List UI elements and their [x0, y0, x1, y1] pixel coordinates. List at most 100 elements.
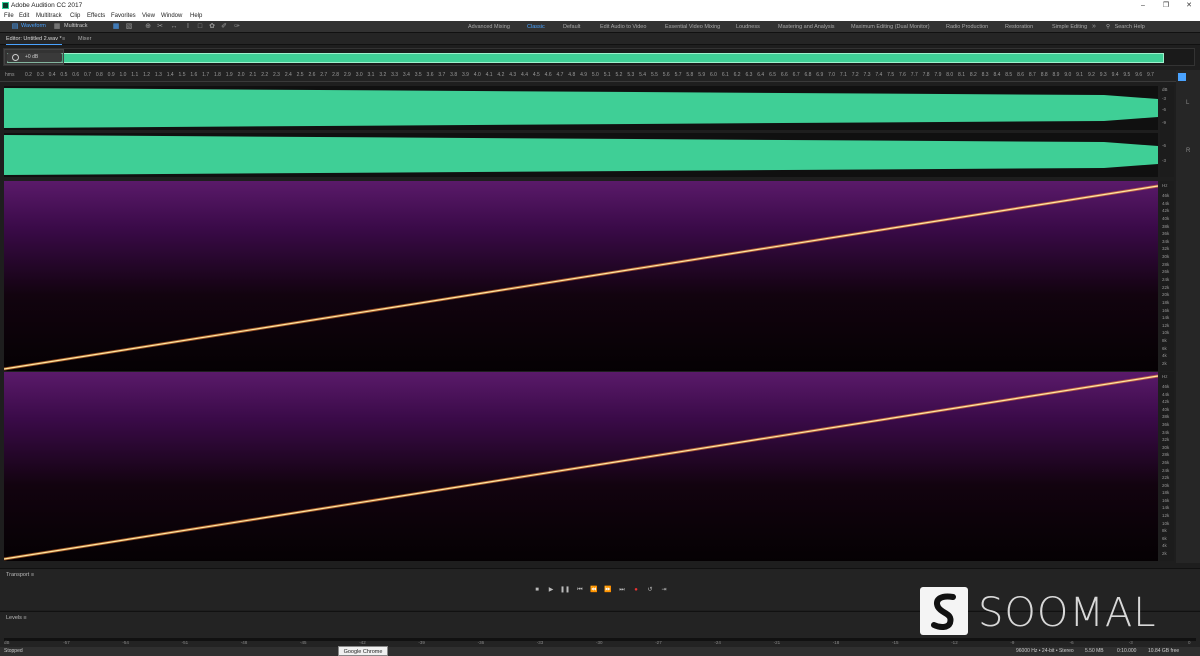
minimize-button[interactable]: – — [1132, 0, 1154, 11]
level-tick: -24 — [714, 640, 721, 645]
time-ruler[interactable]: hms 0.2 0.3 0.4 0.5 0.6 0.7 0.8 0.9 1.0 1.1 1.2 1.3… — [0, 70, 1200, 82]
move-tool-icon[interactable]: ⊕ — [144, 23, 152, 31]
close-button[interactable]: ✕ — [1178, 0, 1200, 11]
ruler-tick: 6.0 — [710, 72, 717, 78]
channel-enable-icon[interactable] — [1178, 73, 1186, 81]
record-icon[interactable]: ● — [631, 585, 641, 595]
loop-playback-icon[interactable]: ↺ — [645, 585, 655, 595]
rewind-icon[interactable]: ⏪ — [589, 585, 599, 595]
editor-tab[interactable]: Editor: Untitled 2.wav * — [6, 33, 62, 45]
audition-app-icon — [2, 2, 9, 9]
spot-healing-tool-icon[interactable]: ✑ — [233, 23, 241, 31]
level-tick: dB — [4, 640, 10, 645]
ruler-tick: 0.6 — [72, 72, 80, 78]
ruler-tick: 3.4 — [402, 72, 410, 78]
ruler-tick: 6.8 — [804, 72, 812, 78]
ruler-tick: 0.8 — [95, 72, 103, 78]
workspace-edit-audio-to-video[interactable]: Edit Audio to Video — [600, 21, 646, 33]
ruler-tick: 4.5 — [532, 72, 540, 78]
skip-selection-icon[interactable]: ⇥ — [659, 585, 669, 595]
workspace-maximum-editing[interactable]: Maximum Editing (Dual Monitor) — [851, 21, 930, 33]
lasso-tool-icon[interactable]: ✿ — [208, 23, 216, 31]
pause-icon[interactable]: ❚❚ — [560, 585, 570, 595]
search-help-label: Search Help — [1114, 24, 1145, 30]
menu-edit[interactable]: Edit — [19, 11, 29, 21]
ruler-tick: 9.5 — [1123, 72, 1131, 78]
workspace-radio-production[interactable]: Radio Production — [946, 21, 988, 33]
spectral-pitch-icon[interactable]: ▧ — [125, 23, 133, 31]
paintbrush-tool-icon[interactable]: ✐ — [220, 23, 228, 31]
ruler-tick: 5.2 — [615, 72, 623, 78]
menu-window[interactable]: Window — [161, 11, 182, 21]
freq-label: 42k — [1162, 399, 1170, 405]
menu-effects[interactable]: Effects — [87, 11, 105, 21]
menu-help[interactable]: Help — [190, 11, 202, 21]
search-help-field[interactable]: ⚲ Search Help — [1106, 23, 1196, 31]
menu-clip[interactable]: Clip — [70, 11, 80, 21]
spectrogram-left-graphic — [4, 181, 1158, 371]
mixer-tab[interactable]: Mixer — [78, 33, 91, 45]
fast-forward-icon[interactable]: ⏩ — [603, 585, 613, 595]
ruler-tick: 6.4 — [757, 72, 765, 78]
spectrogram-right-graphic — [4, 372, 1158, 561]
spectral-frequency-icon[interactable]: ▦ — [112, 23, 120, 31]
ruler-tick: 6.9 — [816, 72, 824, 78]
levels-title: Levels ≡ — [6, 615, 27, 621]
workspace-simple-editing[interactable]: Simple Editing — [1052, 21, 1087, 33]
freq-label: 32k — [1162, 246, 1170, 252]
ruler-tick: 2.6 — [308, 72, 316, 78]
waveform-left-channel[interactable] — [4, 86, 1158, 130]
channel-r-icon[interactable]: R — [1186, 148, 1190, 154]
stop-icon[interactable]: ■ — [532, 585, 542, 595]
level-tick: -6 — [1069, 640, 1074, 645]
menu-favorites[interactable]: Favorites — [111, 11, 136, 21]
slip-tool-icon[interactable]: ↔ — [170, 23, 178, 31]
ruler-tick: 5.3 — [627, 72, 635, 78]
waveform-left-graphic — [4, 86, 1158, 130]
razor-tool-icon[interactable]: ✂ — [156, 23, 164, 31]
workspace-essential-video-mixing[interactable]: Essential Video Mixing — [665, 21, 720, 33]
go-to-start-icon[interactable]: ⏮ — [575, 585, 585, 595]
workspace-restoration[interactable]: Restoration — [1005, 21, 1033, 33]
workspace-loudness[interactable]: Loudness — [736, 21, 760, 33]
status-file-size: 5.50 MB — [1085, 648, 1104, 654]
marquee-tool-icon[interactable]: □ — [196, 23, 204, 31]
level-tick: 0 — [1188, 640, 1191, 645]
ruler-tick: 6.3 — [745, 72, 753, 78]
workspace-mastering-and-analysis[interactable]: Mastering and Analysis — [778, 21, 835, 33]
workspace-classic[interactable]: Classic — [527, 21, 545, 33]
menu-view[interactable]: View — [142, 11, 155, 21]
spectrogram-left-channel[interactable] — [4, 181, 1158, 371]
hud-gain-control[interactable]: +0 dB — [7, 53, 62, 62]
spectrogram-right-channel[interactable] — [4, 372, 1158, 561]
menu-file[interactable]: File — [4, 11, 14, 21]
ruler-tick: 8.1 — [958, 72, 965, 78]
ruler-tick: 1.9 — [225, 72, 233, 78]
multitrack-view-button[interactable]: Multitrack — [64, 22, 88, 31]
toolbar: ▤ Waveform ▦ Multitrack ▦ ▧ ⊕ ✂ ↔ I □ ✿ … — [0, 21, 1200, 33]
menu-multitrack[interactable]: Multitrack — [36, 11, 62, 21]
transport-title: Transport ≡ — [6, 572, 35, 578]
maximize-button[interactable]: ❐ — [1155, 0, 1177, 11]
ruler-tick: 5.0 — [591, 72, 599, 78]
channel-l-icon[interactable]: L — [1186, 100, 1189, 106]
workspace-advanced-mixing[interactable]: Advanced Mixing — [468, 21, 510, 33]
workspace-default[interactable]: Default — [563, 21, 580, 33]
overview-navigator[interactable] — [3, 48, 1195, 66]
ruler-tick: 7.9 — [934, 72, 942, 78]
level-tick: -48 — [240, 640, 248, 645]
waveform-view-button[interactable]: Waveform — [21, 22, 46, 31]
waveform-right-channel[interactable] — [4, 133, 1158, 177]
freq-unit: Hz — [1162, 374, 1168, 379]
ruler-tick: 9.6 — [1135, 72, 1143, 78]
workspace-overflow-icon[interactable]: » — [1090, 23, 1098, 31]
play-icon[interactable]: ▶ — [546, 585, 556, 595]
ruler-tick: 7.3 — [863, 72, 871, 78]
freq-label: 20k — [1162, 482, 1170, 488]
ruler-tick: 8.4 — [993, 72, 1001, 78]
editor-panel-menu-icon[interactable]: ≡ — [62, 33, 65, 45]
level-tick: -33 — [536, 640, 544, 645]
time-selection-tool-icon[interactable]: I — [184, 23, 192, 31]
go-to-end-icon[interactable]: ⏭ — [617, 585, 627, 595]
gain-knob-icon[interactable] — [12, 54, 19, 61]
